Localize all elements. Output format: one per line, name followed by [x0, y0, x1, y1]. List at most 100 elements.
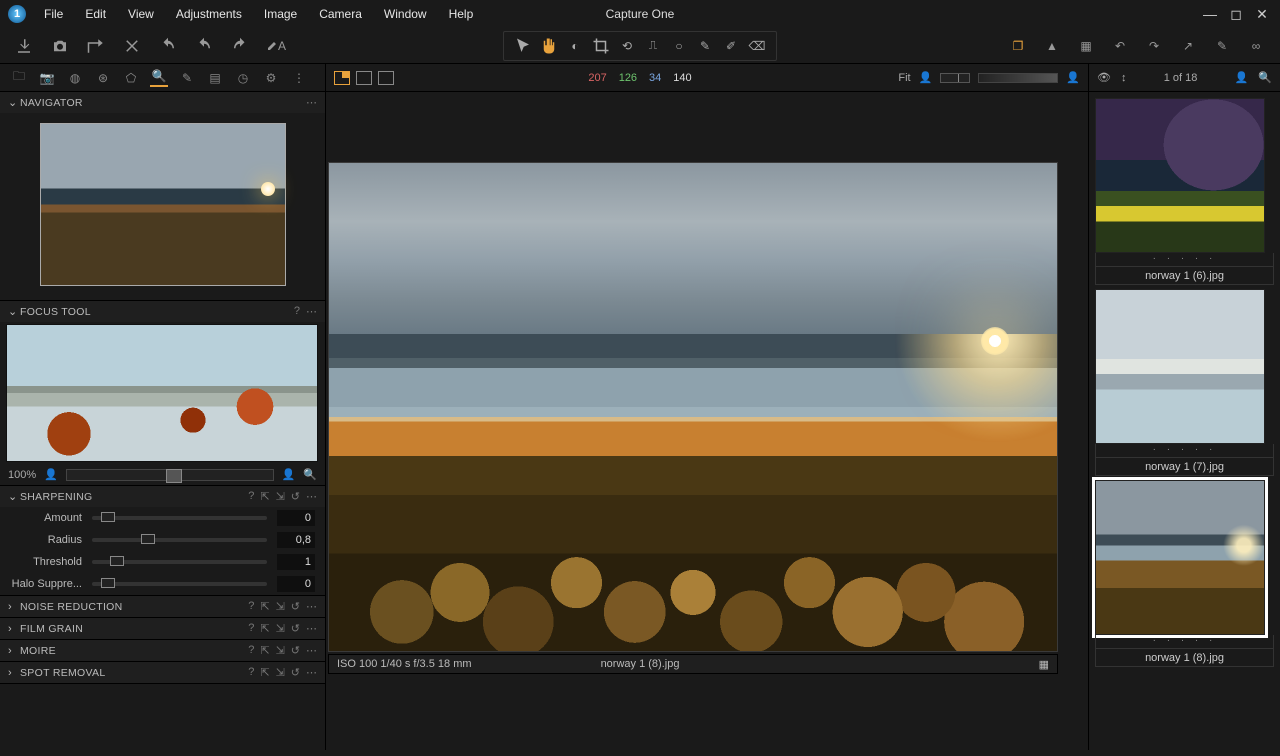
zoom-indicator[interactable]	[940, 73, 970, 83]
panel-menu-icon[interactable]: ⋯	[306, 490, 317, 503]
help-icon[interactable]: ?	[294, 305, 300, 318]
slider-track[interactable]	[92, 538, 267, 542]
slider-track[interactable]	[92, 560, 267, 564]
view-grid-icon[interactable]	[334, 71, 350, 85]
main-image[interactable]	[328, 162, 1058, 652]
status-end-icon[interactable]: ▦	[1039, 658, 1049, 671]
crop-tool-icon[interactable]	[590, 36, 612, 56]
collapse-icon[interactable]: ⌄	[8, 305, 20, 318]
maximize-button[interactable]: ◻	[1230, 8, 1242, 20]
menu-edit[interactable]: Edit	[77, 3, 114, 25]
panel-menu-icon[interactable]: ⋯	[306, 622, 317, 635]
tab-batch-icon[interactable]: ⚙	[262, 69, 280, 87]
thumbnail-rating[interactable]: · · · · ·	[1095, 444, 1274, 458]
thumbnail-rating[interactable]: · · · · ·	[1095, 635, 1274, 649]
expand-icon[interactable]: ›	[8, 645, 20, 657]
thumbnail-image[interactable]	[1095, 480, 1265, 635]
close-button[interactable]: ✕	[1256, 8, 1268, 20]
help-icon[interactable]: ?	[248, 666, 254, 679]
dropper-tool-icon[interactable]: ✐	[720, 36, 742, 56]
thumbnail-image[interactable]	[1095, 98, 1265, 253]
pointer-tool-icon[interactable]	[512, 36, 534, 56]
reset-icon[interactable]: ↺	[291, 490, 300, 503]
focus-search-icon[interactable]: 🔍	[303, 468, 317, 481]
warning-icon[interactable]: ▲	[1042, 36, 1062, 56]
zoom-slider[interactable]	[978, 73, 1058, 83]
reset-icon[interactable]: ↺	[291, 600, 300, 613]
copy-icon[interactable]: ⇱	[260, 600, 269, 613]
keystone-tool-icon[interactable]: ⎍	[642, 36, 664, 56]
minimize-button[interactable]: —	[1204, 8, 1216, 20]
panel-menu-icon[interactable]: ⋯	[306, 666, 317, 679]
navigator-preview[interactable]	[40, 123, 286, 286]
paste-icon[interactable]: ⇲	[276, 600, 285, 613]
glasses-icon[interactable]: ∞	[1246, 36, 1266, 56]
thumbnail-image[interactable]	[1095, 289, 1265, 444]
view-multi-icon[interactable]	[378, 71, 394, 85]
focus-pick2-icon[interactable]: 👤	[282, 468, 296, 481]
menu-help[interactable]: Help	[441, 3, 482, 25]
copy-icon[interactable]: ⇱	[260, 644, 269, 657]
grid-icon[interactable]: ▦	[1076, 36, 1096, 56]
menu-file[interactable]: File	[36, 3, 71, 25]
slider-track[interactable]	[92, 516, 267, 520]
person-icon[interactable]: 👤	[919, 71, 933, 84]
tab-details-icon[interactable]: 🔍	[150, 69, 168, 87]
panel-menu-icon[interactable]: ⋯	[306, 305, 317, 318]
help-icon[interactable]: ?	[248, 600, 254, 613]
menu-view[interactable]: View	[120, 3, 162, 25]
tab-lens-icon[interactable]: ◍	[66, 69, 84, 87]
focus-pick-icon[interactable]: 👤	[44, 468, 58, 481]
paste-icon[interactable]: ⇲	[276, 644, 285, 657]
copy-icon[interactable]: ⇱	[260, 490, 269, 503]
focus-preview[interactable]	[6, 324, 318, 462]
collapse-icon[interactable]: ⌄	[8, 490, 20, 503]
capture-icon[interactable]	[50, 36, 70, 56]
tab-output-icon[interactable]: ◷	[234, 69, 252, 87]
paste-icon[interactable]: ⇲	[276, 490, 285, 503]
eye-icon[interactable]: 👁	[1097, 71, 1111, 84]
export-icon[interactable]	[86, 36, 106, 56]
import-icon[interactable]	[14, 36, 34, 56]
slider-value[interactable]: 0,8	[277, 532, 315, 548]
rotate-tool-icon[interactable]: ◐	[564, 36, 586, 56]
panel-menu-icon[interactable]: ⋯	[306, 644, 317, 657]
menu-adjustments[interactable]: Adjustments	[168, 3, 250, 25]
rotate-ccw-icon[interactable]: ↶	[1110, 36, 1130, 56]
menu-image[interactable]: Image	[256, 3, 305, 25]
fit-label[interactable]: Fit	[898, 72, 910, 84]
undo-icon[interactable]	[158, 36, 178, 56]
person-icon[interactable]: 👤	[1235, 71, 1249, 84]
focus-zoom-slider[interactable]	[66, 469, 274, 481]
search-icon[interactable]: 🔍	[1258, 71, 1272, 84]
undo2-icon[interactable]	[194, 36, 214, 56]
tab-exposure-icon[interactable]: ⬠	[122, 69, 140, 87]
tab-adjust-icon[interactable]: ✎	[178, 69, 196, 87]
brush-tool-icon[interactable]: ✎	[694, 36, 716, 56]
copy-icon[interactable]: ⇱	[260, 666, 269, 679]
panel-menu-icon[interactable]: ⋯	[306, 600, 317, 613]
collapse-icon[interactable]: ⌄	[8, 96, 20, 109]
expand-icon[interactable]: ›	[8, 623, 20, 635]
help-icon[interactable]: ?	[248, 622, 254, 635]
tab-more-icon[interactable]: ⋮	[290, 69, 308, 87]
help-icon[interactable]: ?	[248, 644, 254, 657]
tab-capture-icon[interactable]: 📷	[38, 69, 56, 87]
reset-icon[interactable]: ↺	[291, 622, 300, 635]
sort-icon[interactable]: ↕	[1121, 72, 1127, 84]
slider-value[interactable]: 1	[277, 554, 315, 570]
copy-icon[interactable]: ⇱	[260, 622, 269, 635]
paste-icon[interactable]: ⇲	[276, 666, 285, 679]
annotate-icon[interactable]: A	[266, 36, 286, 56]
thumbnail-card[interactable]: · · · · ·norway 1 (8).jpg	[1095, 480, 1274, 667]
menu-camera[interactable]: Camera	[311, 3, 370, 25]
arrow-up-icon[interactable]: ↗	[1178, 36, 1198, 56]
hand-tool-icon[interactable]	[538, 36, 560, 56]
thumbnail-rating[interactable]: · · · · ·	[1095, 253, 1274, 267]
delete-icon[interactable]	[122, 36, 142, 56]
thumbnail-card[interactable]: · · · · ·norway 1 (6).jpg	[1095, 98, 1274, 285]
slider-value[interactable]: 0	[277, 576, 315, 592]
help-icon[interactable]: ?	[248, 490, 254, 503]
redo-icon[interactable]	[230, 36, 250, 56]
rotate-cw-icon[interactable]: ↷	[1144, 36, 1164, 56]
